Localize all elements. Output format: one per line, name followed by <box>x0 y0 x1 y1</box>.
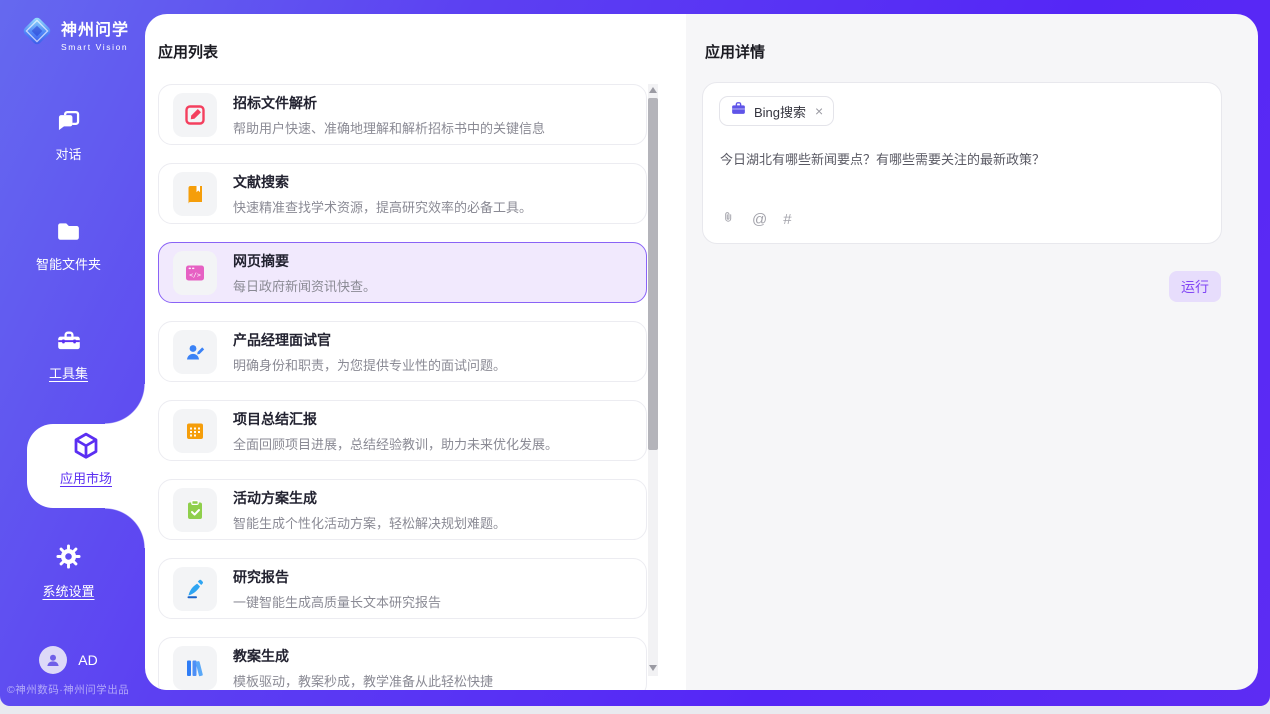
pen-report-icon <box>173 567 217 611</box>
app-card-description: 全面回顾项目进展，总结经验教训，助力未来优化发展。 <box>233 434 558 453</box>
list-scrollbar[interactable] <box>648 84 658 676</box>
app-card[interactable]: </> 网页摘要每日政府新闻资讯快查。 <box>158 242 647 303</box>
sidebar-item-settings[interactable]: 系统设置 <box>0 543 137 600</box>
sidebar-item-smart-folder[interactable]: 智能文件夹 <box>0 219 137 273</box>
app-card-description: 一键智能生成高质量长文本研究报告 <box>233 592 441 611</box>
app-card[interactable]: 招标文件解析帮助用户快速、准确地理解和解析招标书中的关键信息 <box>158 84 647 145</box>
book-icon <box>173 172 217 216</box>
copyright-text: ©神州数码·神州问学出品 <box>7 682 129 697</box>
schedule-icon <box>173 409 217 453</box>
gear-icon <box>55 557 82 574</box>
app-card-title: 产品经理面试官 <box>233 330 506 350</box>
toolbox-icon <box>55 339 83 356</box>
app-list-panel: 应用列表 招标文件解析帮助用户快速、准确地理解和解析招标书中的关键信息文献搜索快… <box>145 14 686 690</box>
app-card-description: 模板驱动，教案秒成，教学准备从此轻松快捷 <box>233 671 493 690</box>
sidebar-item-label: 应用市场 <box>27 468 145 487</box>
app-detail-panel: 应用详情 Bing搜索 × 今日湖北有哪些新闻要点？有哪些需要关注的最新政策？ … <box>686 14 1258 690</box>
chat-icon <box>55 120 82 137</box>
avatar <box>39 646 67 674</box>
briefcase-icon <box>730 100 747 122</box>
webpage-code-icon: </> <box>173 251 217 295</box>
app-detail-title: 应用详情 <box>705 41 765 62</box>
prompt-text[interactable]: 今日湖北有哪些新闻要点？有哪些需要关注的最新政策？ <box>720 149 1200 168</box>
prompt-input-card[interactable]: Bing搜索 × 今日湖北有哪些新闻要点？有哪些需要关注的最新政策？ @ # <box>702 82 1222 244</box>
app-card[interactable]: 教案生成模板驱动，教案秒成，教学准备从此轻松快捷 <box>158 637 647 690</box>
sidebar-item-label: 对话 <box>0 144 137 163</box>
sidebar-item-label: 工具集 <box>0 363 137 382</box>
person-icon <box>44 651 62 669</box>
scroll-down-icon[interactable] <box>649 665 657 671</box>
app-card[interactable]: 项目总结汇报全面回顾项目进展，总结经验教训，助力未来优化发展。 <box>158 400 647 461</box>
app-card-title: 研究报告 <box>233 567 441 587</box>
app-card-description: 快速精准查找学术资源，提高研究效率的必备工具。 <box>233 197 532 216</box>
sidebar-item-app-market[interactable]: 应用市场 <box>27 424 145 508</box>
user-initials: AD <box>78 652 97 668</box>
document-edit-icon <box>173 93 217 137</box>
app-card-description: 明确身份和职责，为您提供专业性的面试问题。 <box>233 355 506 374</box>
tab-curve-bottom <box>105 508 145 548</box>
run-button[interactable]: 运行 <box>1169 271 1221 302</box>
app-card-title: 项目总结汇报 <box>233 409 558 429</box>
brand-subtitle: Smart Vision <box>61 42 129 52</box>
tool-chip-bing-search[interactable]: Bing搜索 × <box>719 96 834 126</box>
scroll-up-icon[interactable] <box>649 87 657 93</box>
chip-close-icon[interactable]: × <box>815 104 823 118</box>
mention-icon[interactable]: @ <box>752 211 767 228</box>
content-card: 应用列表 招标文件解析帮助用户快速、准确地理解和解析招标书中的关键信息文献搜索快… <box>145 14 1258 690</box>
app-card-title: 文献搜索 <box>233 172 532 192</box>
app-card[interactable]: 研究报告一键智能生成高质量长文本研究报告 <box>158 558 647 619</box>
app-card[interactable]: 活动方案生成智能生成个性化活动方案，轻松解决规划难题。 <box>158 479 647 540</box>
cube-icon <box>70 448 102 465</box>
books-icon <box>173 646 217 690</box>
app-card-title: 教案生成 <box>233 646 493 666</box>
sidebar-item-chat[interactable]: 对话 <box>0 108 137 163</box>
app-card-description: 每日政府新闻资讯快查。 <box>233 276 376 295</box>
interviewer-icon <box>173 330 217 374</box>
input-toolbar: @ # <box>721 209 792 230</box>
app-card-list: 招标文件解析帮助用户快速、准确地理解和解析招标书中的关键信息文献搜索快速精准查找… <box>158 84 647 690</box>
brand-name: 神州问学 <box>61 16 129 40</box>
brand-logo: 神州问学 Smart Vision <box>20 14 129 53</box>
diamond-logo-icon <box>20 14 54 53</box>
clipboard-check-icon <box>173 488 217 532</box>
scrollbar-thumb[interactable] <box>648 98 658 450</box>
app-card-title: 活动方案生成 <box>233 488 506 508</box>
hashtag-icon[interactable]: # <box>783 211 791 228</box>
attachment-icon[interactable] <box>721 209 736 230</box>
app-list-title: 应用列表 <box>158 41 218 62</box>
sidebar-item-toolset[interactable]: 工具集 <box>0 327 137 382</box>
app-card[interactable]: 文献搜索快速精准查找学术资源，提高研究效率的必备工具。 <box>158 163 647 224</box>
svg-text:</>: </> <box>189 271 201 279</box>
app-card-title: 网页摘要 <box>233 251 376 271</box>
sidebar-item-label: 系统设置 <box>0 581 137 600</box>
tool-chip-label: Bing搜索 <box>754 102 806 121</box>
tab-curve-top <box>105 384 145 424</box>
folder-icon <box>55 230 82 247</box>
sidebar-item-label: 智能文件夹 <box>0 254 137 273</box>
app-card-title: 招标文件解析 <box>233 93 545 113</box>
app-card-description: 智能生成个性化活动方案，轻松解决规划难题。 <box>233 513 506 532</box>
app-card-description: 帮助用户快速、准确地理解和解析招标书中的关键信息 <box>233 118 545 137</box>
user-account[interactable]: AD <box>0 646 137 674</box>
app-card[interactable]: 产品经理面试官明确身份和职责，为您提供专业性的面试问题。 <box>158 321 647 382</box>
